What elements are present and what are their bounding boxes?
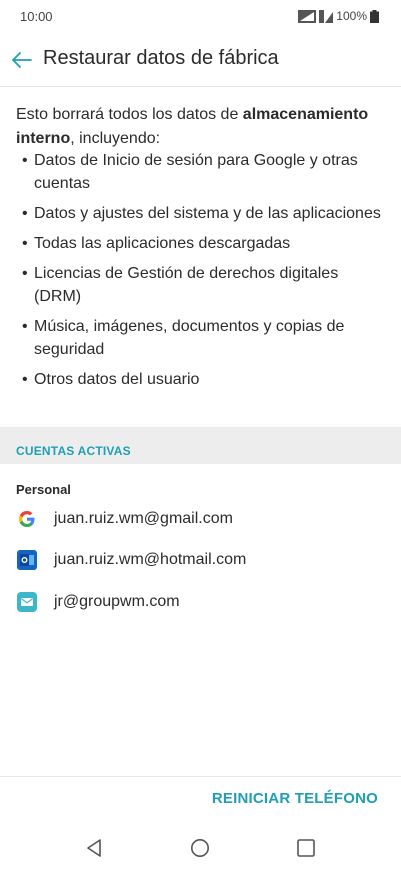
page-title: Restaurar datos de fábrica: [43, 47, 279, 69]
intro-text-end: , incluyendo:: [70, 130, 161, 147]
battery-icon: [370, 9, 379, 23]
accounts-section-header: CUENTAS ACTIVAS: [0, 427, 401, 464]
app-bar: Restaurar datos de fábrica: [0, 36, 401, 84]
nav-recents-button[interactable]: [292, 834, 320, 862]
intro-text: Esto borrará todos los datos de almacena…: [16, 103, 388, 151]
circle-home-icon: [191, 839, 209, 857]
list-item: Todas las aplicaciones descargadas: [16, 232, 388, 255]
list-item: Licencias de Gestión de derechos digital…: [16, 262, 388, 308]
list-item: Datos y ajustes del sistema y de las apl…: [16, 202, 388, 225]
account-row-google[interactable]: juan.ruiz.wm@gmail.com: [0, 502, 401, 536]
list-item: Datos de Inicio de sesión para Google y …: [16, 149, 388, 195]
status-icons: 100%: [298, 9, 379, 23]
account-email: juan.ruiz.wm@gmail.com: [54, 510, 233, 527]
status-time: 10:00: [20, 9, 53, 24]
section-title: CUENTAS ACTIVAS: [16, 444, 131, 458]
nav-back-button[interactable]: [80, 834, 108, 862]
action-divider: [0, 776, 401, 777]
account-email: juan.ruiz.wm@hotmail.com: [54, 551, 247, 568]
account-email: jr@groupwm.com: [54, 593, 180, 610]
triangle-back-icon: [87, 839, 101, 857]
arrow-left-icon: [12, 52, 32, 68]
outlook-icon: [16, 549, 38, 571]
navigation-bar: [0, 826, 401, 870]
email-icon: [16, 591, 38, 613]
account-group-label: Personal: [16, 482, 71, 497]
google-icon: [16, 508, 38, 530]
data-list: Datos de Inicio de sesión para Google y …: [16, 149, 388, 398]
status-bar: 10:00 100%: [0, 0, 401, 34]
account-row-email[interactable]: jr@groupwm.com: [0, 585, 401, 619]
list-item: Música, imágenes, documentos y copias de…: [16, 315, 388, 361]
signal-icon: [298, 9, 317, 23]
reset-phone-button[interactable]: REINICIAR TELÉFONO: [212, 790, 378, 807]
list-item: Otros datos del usuario: [16, 368, 388, 391]
nav-home-button[interactable]: [186, 834, 214, 862]
battery-level: 100%: [336, 9, 367, 23]
header-divider: [0, 86, 401, 87]
intro-text-start: Esto borrará todos los datos de: [16, 106, 243, 123]
signal-icon: [319, 9, 334, 23]
square-recents-icon: [297, 839, 315, 857]
account-row-hotmail[interactable]: juan.ruiz.wm@hotmail.com: [0, 543, 401, 577]
back-button[interactable]: [6, 44, 38, 76]
